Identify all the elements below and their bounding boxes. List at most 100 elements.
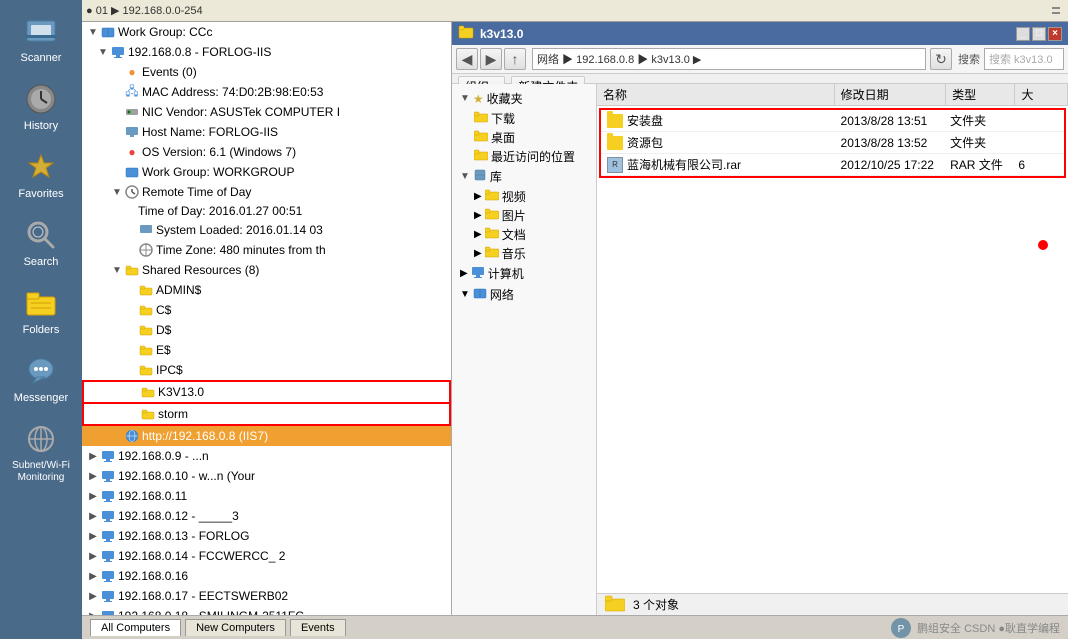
tree-item-workgroup[interactable]: ▼ Work Group: CCc	[82, 22, 451, 42]
tree-item-cs[interactable]: C$	[82, 300, 451, 320]
tree-item-ipcs[interactable]: IPC$	[82, 360, 451, 380]
nav-download[interactable]: 下载	[452, 109, 596, 128]
file-type-cell: RAR 文件	[944, 155, 1012, 174]
folder-icon	[485, 227, 499, 242]
tab-new-computers[interactable]: New Computers	[185, 619, 286, 636]
tree-label: OS Version: 6.1 (Windows 7)	[142, 145, 296, 159]
sidebar-item-search[interactable]: Search	[0, 208, 82, 276]
tree-label: 192.168.0.12 - _____3	[118, 509, 239, 523]
maximize-button[interactable]: □	[1032, 27, 1046, 41]
nav-computer[interactable]: ▶ 计算机	[452, 263, 596, 284]
sidebar-item-history[interactable]: History	[0, 72, 82, 140]
nav-recent[interactable]: 最近访问的位置	[452, 147, 596, 166]
tab-events[interactable]: Events	[290, 619, 346, 636]
tree-item-hostname[interactable]: Host Name: FORLOG-IIS	[82, 122, 451, 142]
nav-library[interactable]: ▼ 库	[452, 166, 596, 187]
col-header-name[interactable]: 名称	[597, 84, 835, 105]
tree-item-nic[interactable]: NIC Vendor: ASUSTek COMPUTER I	[82, 102, 451, 122]
minimize-button[interactable]: _	[1016, 27, 1030, 41]
file-status-bar: 3 个对象	[597, 593, 1068, 615]
tree-item-forlog-iis[interactable]: ▼ 192.168.0.8 - FORLOG-IIS	[82, 42, 451, 62]
tree-item-17[interactable]: ▶ 192.168.0.17 - EECTSWERB02	[82, 586, 451, 606]
sidebar-item-folders[interactable]: Folders	[0, 276, 82, 344]
col-header-date[interactable]: 修改日期	[835, 84, 946, 105]
tree-item-k3v13[interactable]: K3V13.0	[82, 380, 451, 404]
sidebar-item-subnet[interactable]: Subnet/Wi-FiMonitoring	[0, 412, 82, 492]
sidebar-item-messenger[interactable]: Messenger	[0, 344, 82, 412]
share-icon	[138, 322, 154, 338]
nav-pictures[interactable]: ▶ 图片	[452, 206, 596, 225]
tree-item-sysloaded[interactable]: System Loaded: 2016.01.14 03	[82, 220, 451, 240]
tree-label: ADMIN$	[156, 283, 201, 297]
tree-item-18[interactable]: ▶ 192.168.0.18 - SMILINGM-2511FC	[82, 606, 451, 615]
address-bar[interactable]: ● 01 ▶ 192.168.0.0-254	[86, 4, 1048, 17]
tree-item-workgroup2[interactable]: Work Group: WORKGROUP	[82, 162, 451, 182]
tree-item-13[interactable]: ▶ 192.168.0.13 - FORLOG	[82, 526, 451, 546]
watermark-text: 鹏组安全 CSDN ●耿直学编程	[917, 620, 1060, 636]
nav-music[interactable]: ▶ 音乐	[452, 244, 596, 263]
back-button[interactable]: ◀	[456, 48, 478, 70]
expander-icon	[110, 65, 124, 79]
tree-label: Events (0)	[142, 65, 197, 79]
expand-icon: ▼	[460, 171, 470, 182]
tree-item-ds[interactable]: D$	[82, 320, 451, 340]
tree-item-timezone[interactable]: Time Zone: 480 minutes from th	[82, 240, 451, 260]
nav-video[interactable]: ▶ 视频	[452, 187, 596, 206]
nav-label: 库	[490, 168, 502, 185]
col-header-size[interactable]: 大	[1015, 84, 1068, 105]
tree-item-10[interactable]: ▶ 192.168.0.10 - w...n (Your	[82, 466, 451, 486]
tree-item-events[interactable]: ● Events (0)	[82, 62, 451, 82]
sidebar-item-scanner[interactable]: Scanner	[0, 4, 82, 72]
file-row-anzhuangpan[interactable]: 安装盘 2013/8/28 13:51 文件夹	[601, 110, 1064, 132]
nav-favorites[interactable]: ▼ ★ 收藏夹	[452, 88, 596, 109]
tree-item-es[interactable]: E$	[82, 340, 451, 360]
library-icon	[473, 168, 487, 185]
folder-icon	[474, 111, 488, 126]
tree-item-http-iis7[interactable]: http://192.168.0.8 (IIS7)	[82, 426, 451, 446]
tab-all-computers[interactable]: All Computers	[90, 619, 181, 636]
tree-label: Host Name: FORLOG-IIS	[142, 125, 278, 139]
nav-docs[interactable]: ▶ 文档	[452, 225, 596, 244]
status-right: P 鹏组安全 CSDN ●耿直学编程	[889, 616, 1060, 639]
file-row-lanhai[interactable]: R 蓝海机械有限公司.rar 2012/10/25 17:22 RAR 文件 6	[601, 154, 1064, 176]
folder-icon	[485, 246, 499, 261]
tree-item-09[interactable]: ▶ 192.168.0.9 - ...n	[82, 446, 451, 466]
tree-item-shared[interactable]: ▼ Shared Resources (8)	[82, 260, 451, 280]
nav-label: 计算机	[488, 265, 524, 282]
file-explorer-content: ▼ ★ 收藏夹 下载	[452, 84, 1068, 615]
nav-label: 图片	[502, 207, 526, 224]
refresh-button[interactable]: ↻	[930, 48, 952, 70]
sidebar-item-favorites[interactable]: Favorites	[0, 140, 82, 208]
col-header-type[interactable]: 类型	[946, 84, 1015, 105]
nav-desktop[interactable]: 桌面	[452, 128, 596, 147]
sidebar: Scanner History Favorites	[0, 0, 82, 639]
tree-item-admin[interactable]: ADMIN$	[82, 280, 451, 300]
tree-item-11[interactable]: ▶ 192.168.0.11	[82, 486, 451, 506]
tree-item-12[interactable]: ▶ 192.168.0.12 - _____3	[82, 506, 451, 526]
clock-icon	[124, 184, 140, 200]
nav-network[interactable]: ▼ 网络	[452, 284, 596, 305]
tree-item-os[interactable]: ● OS Version: 6.1 (Windows 7)	[82, 142, 451, 162]
expand-icon: ▶	[460, 268, 468, 279]
up-button[interactable]: ↑	[504, 48, 526, 70]
computer-icon	[471, 265, 485, 282]
forward-button[interactable]: ▶	[480, 48, 502, 70]
star-icon: ★	[473, 92, 484, 106]
tree-label: NIC Vendor: ASUSTek COMPUTER I	[142, 105, 340, 119]
tree-item-timeofday[interactable]: Time of Day: 2016.01.27 00:51	[82, 202, 451, 220]
file-nav-bar: ◀ ▶ ↑ 网络 ▶ 192.168.0.8 ▶ k3v13.0 ▶ ↻ 搜索 …	[452, 45, 1068, 74]
file-name: 安装盘	[627, 112, 663, 129]
close-button[interactable]: ×	[1048, 27, 1062, 41]
tree-label: 192.168.0.8 - FORLOG-IIS	[128, 45, 271, 59]
tree-item-16[interactable]: ▶ 192.168.0.16	[82, 566, 451, 586]
sidebar-label-search: Search	[24, 256, 59, 268]
address-input[interactable]: 网络 ▶ 192.168.0.8 ▶ k3v13.0 ▶	[532, 48, 926, 70]
tree-item-mac[interactable]: 🖧 MAC Address: 74:D0:2B:98:E0:53	[82, 82, 451, 102]
file-row-ziyuanbao[interactable]: 资源包 2013/8/28 13:52 文件夹	[601, 132, 1064, 154]
tree-item-remote-time[interactable]: ▼ Remote Time of Day	[82, 182, 451, 202]
tree-item-storm[interactable]: storm	[82, 404, 451, 426]
computer-icon	[100, 488, 116, 504]
search-input[interactable]: 搜索 k3v13.0	[984, 48, 1064, 70]
tree-item-14[interactable]: ▶ 192.168.0.14 - FCCWERCC_ 2	[82, 546, 451, 566]
tree-label: Shared Resources (8)	[142, 263, 259, 277]
